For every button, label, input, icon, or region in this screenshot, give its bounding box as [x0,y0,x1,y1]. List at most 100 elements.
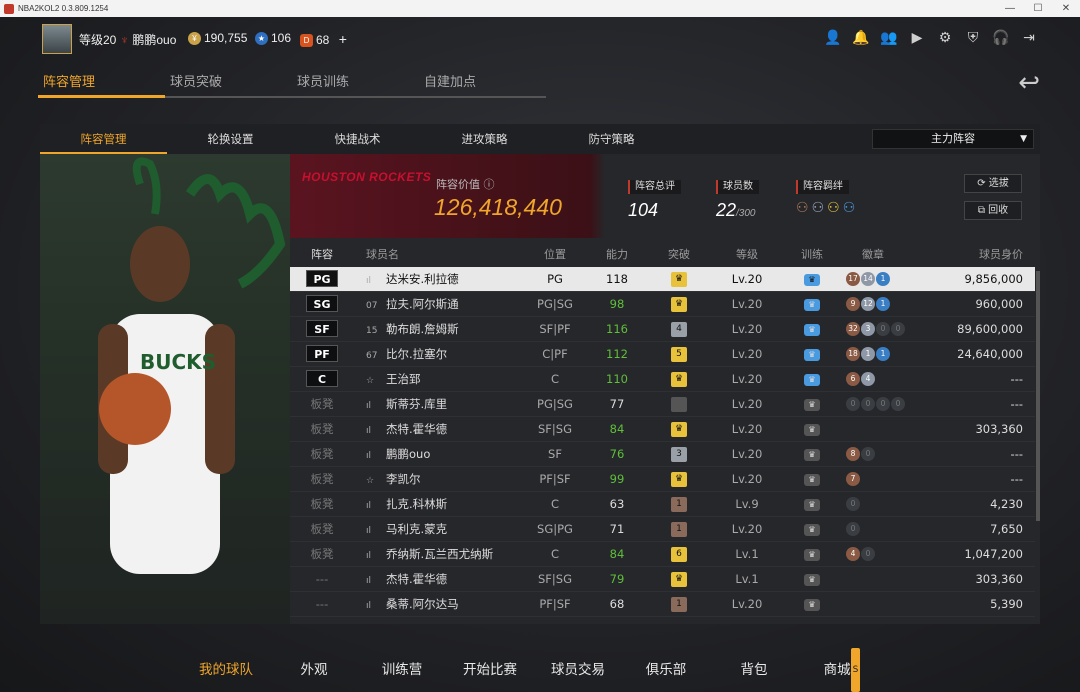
training-cell[interactable]: ♛ [782,392,842,416]
badges-cell[interactable]: 7 [842,467,928,491]
help-icon[interactable]: ⓘ [484,178,495,191]
slot-cell[interactable]: SF [290,317,354,341]
table-row[interactable]: 板凳 ıl 马利克.蒙克 SG|PG 71 1 Lv.20 ♛ 0 7,650 [290,517,1035,542]
badges-cell[interactable]: 40 [842,542,928,566]
col-level[interactable]: 等级 [712,243,782,267]
training-cell[interactable]: ♛ [782,592,842,616]
close-icon[interactable]: ✕ [1052,0,1080,17]
breakthrough-cell[interactable]: 3 [646,442,712,466]
tab-custom-points[interactable]: 自建加点 [419,68,546,98]
lineup-dropdown[interactable]: 主力阵容 ▼ [872,129,1034,149]
nav-club[interactable]: 俱乐部 [622,648,710,692]
badges-cell[interactable]: 9 12 1 [842,292,928,316]
slot-cell[interactable]: 板凳 [290,392,354,416]
table-row[interactable]: 板凳 ıl 鹏鹏ouo SF 76 3 Lv.20 ♛ 8 0 --- [290,442,1035,467]
breakthrough-cell[interactable] [646,392,712,416]
slot-cell[interactable]: 板凳 [290,542,354,566]
breakthrough-cell[interactable]: 1 [646,492,712,516]
tab-player-breakthrough[interactable]: 球员突破 [165,68,292,98]
back-arrow-icon[interactable]: ↩ [1018,68,1040,98]
badges-cell[interactable]: 0 [842,517,928,541]
gear-icon[interactable]: ⚙ [936,29,954,47]
col-training[interactable]: 训练 [782,243,842,267]
bell-icon[interactable]: 🔔 [852,29,870,47]
table-row[interactable]: 板凳 ıl 杰特.霍华德 SF|SG 84 ♛ Lv.20 ♛ 303,360 [290,417,1035,442]
nav-my-team[interactable]: 我的球队 [182,648,270,692]
col-breakthrough[interactable]: 突破 [646,243,712,267]
training-cell[interactable]: ♛ [782,542,842,566]
nav-shop[interactable]: 商城 S [798,648,886,692]
table-row[interactable]: 板凳 ıl 斯蒂芬.库里 PG|SG 77 Lv.20 ♛ 0 0 0 0 --- [290,392,1035,417]
slot-cell[interactable]: 板凳 [290,517,354,541]
tab-player-training[interactable]: 球员训练 [292,68,419,98]
training-cell[interactable]: ♛ [782,417,842,441]
friends-icon[interactable]: 👥 [880,29,898,47]
breakthrough-cell[interactable]: 1 [646,592,712,616]
col-value[interactable]: 球员身价 [928,243,1035,267]
breakthrough-cell[interactable]: ♛ [646,292,712,316]
breakthrough-cell[interactable]: 5 [646,342,712,366]
nav-player-trade[interactable]: 球员交易 [534,648,622,692]
bond-icons[interactable]: ⚇ ⚇ ⚇ ⚇ [796,200,855,216]
training-cell[interactable]: ♛ [782,317,842,341]
table-row[interactable]: 板凳 ıl 乔纳斯.瓦兰西尤纳斯 C 84 6 Lv.1 ♛ 4 0 1,047,200 [290,542,1035,567]
minimize-icon[interactable]: — [996,0,1024,17]
badges-cell[interactable]: 0 [842,492,928,516]
slot-cell[interactable]: 板凳 [290,492,354,516]
badges-cell[interactable]: 32 3 0 0 [842,317,928,341]
training-cell[interactable]: ♛ [782,567,842,591]
training-cell[interactable]: ♛ [782,267,842,291]
table-row[interactable]: PG ıl 达米安.利拉德 PG 118 ♛ Lv.20 ♛ 17 14 1 9,856,000 [290,267,1035,292]
shield-icon[interactable]: ⛨ [964,29,982,47]
nav-start-game[interactable]: 开始比赛 [446,648,534,692]
col-position[interactable]: 位置 [522,243,588,267]
badges-cell[interactable]: 17 14 1 [842,267,928,291]
breakthrough-cell[interactable]: ♛ [646,467,712,491]
avatar[interactable] [42,24,72,54]
table-row[interactable]: C ☆ 王治郅 C 110 ♛ Lv.20 ♛ 6 4 --- [290,367,1035,392]
training-cell[interactable]: ♛ [782,517,842,541]
breakthrough-cell[interactable]: 1 [646,517,712,541]
headset-icon[interactable]: 🎧 [992,29,1010,47]
slot-cell[interactable]: 板凳 [290,417,354,441]
col-slot[interactable]: 阵容 [290,243,354,267]
table-row[interactable]: PF 67 比尔.拉塞尔 C|PF 112 5 Lv.20 ♛ 18 1 1 24,640,000 [290,342,1035,367]
table-row[interactable]: SG 07 拉夫.阿尔斯通 PG|SG 98 ♛ Lv.20 ♛ 9 12 1 960,000 [290,292,1035,317]
profile-icon[interactable]: 👤 [824,29,842,47]
slot-cell[interactable]: PF [290,342,354,366]
training-cell[interactable]: ♛ [782,467,842,491]
slot-cell[interactable]: C [290,367,354,391]
training-cell[interactable]: ♛ [782,292,842,316]
table-row[interactable]: 板凳 ıl 扎克.科林斯 C 63 1 Lv.9 ♛ 0 4,230 [290,492,1035,517]
slot-cell[interactable]: PG [290,267,354,291]
badges-cell[interactable]: 64 [842,367,928,391]
breakthrough-cell[interactable]: 4 [646,317,712,341]
table-row[interactable]: 板凳 ☆ 李凯尔 PF|SF 99 ♛ Lv.20 ♛ 7 --- [290,467,1035,492]
video-icon[interactable]: ▶ [908,29,926,47]
slot-cell[interactable]: SG [290,292,354,316]
tab-lineup-management[interactable]: 阵容管理 [38,68,165,98]
table-row[interactable]: --- ıl 桑蒂.阿尔达马 PF|SF 68 1 Lv.20 ♛ 5,390 [290,592,1035,617]
subtab-lineup[interactable]: 阵容管理 [40,124,167,154]
nav-backpack[interactable]: 背包 [710,648,798,692]
slot-cell[interactable]: --- [290,567,354,591]
badges-cell[interactable]: 0000 [842,392,928,416]
training-cell[interactable]: ♛ [782,492,842,516]
recycle-button[interactable]: ⧉ 回收 [964,201,1022,220]
col-name[interactable]: 球员名 [354,243,522,267]
table-row[interactable]: --- ıl 杰特.霍华德 SF|SG 79 ♛ Lv.1 ♛ 303,360 [290,567,1035,592]
breakthrough-cell[interactable]: ♛ [646,567,712,591]
breakthrough-cell[interactable]: ♛ [646,417,712,441]
breakthrough-cell[interactable]: 6 [646,542,712,566]
slot-cell[interactable]: 板凳 [290,467,354,491]
nav-appearance[interactable]: 外观 [270,648,358,692]
col-ability[interactable]: 能力 [588,243,646,267]
table-row[interactable]: SF 15 勒布朗.詹姆斯 SF|PF 116 4 Lv.20 ♛ 32 3 0 0 89,600,00… [290,317,1035,342]
subtab-rotation[interactable]: 轮换设置 [167,124,294,154]
badges-cell[interactable]: 18 1 1 [842,342,928,366]
col-badges[interactable]: 徽章 [842,243,928,267]
breakthrough-cell[interactable]: ♛ [646,367,712,391]
slot-cell[interactable]: 板凳 [290,442,354,466]
add-currency-button[interactable]: + [339,31,347,47]
table-scrollbar[interactable] [1036,271,1040,521]
